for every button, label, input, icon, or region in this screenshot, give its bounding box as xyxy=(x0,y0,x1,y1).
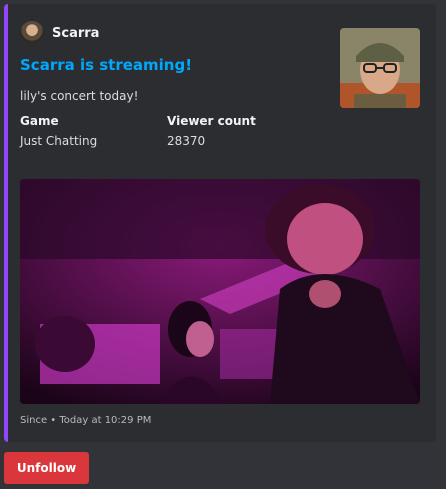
stream-preview-image[interactable] xyxy=(20,179,420,404)
stream-preview-art xyxy=(20,179,420,404)
embed-footer-timestamp: Since • Today at 10:29 PM xyxy=(20,415,152,426)
streamer-thumbnail-art xyxy=(340,28,420,108)
field-game-value: Just Chatting xyxy=(20,134,98,148)
streamer-thumbnail[interactable] xyxy=(340,28,420,108)
field-viewer-count: Viewer count 28370 xyxy=(167,114,256,148)
field-game-name: Game xyxy=(20,114,59,128)
author-avatar[interactable] xyxy=(20,21,44,45)
stream-embed: Scarra Scarra is streaming! lily's conce… xyxy=(4,4,436,442)
unfollow-button[interactable]: Unfollow xyxy=(4,452,89,484)
field-game: Game Just Chatting xyxy=(20,114,97,148)
field-viewer-count-value: 28370 xyxy=(167,134,206,148)
embed-author: Scarra xyxy=(20,21,99,45)
field-viewer-count-name: Viewer count xyxy=(167,114,256,128)
author-name[interactable]: Scarra xyxy=(52,26,99,41)
stream-title-link[interactable]: Scarra is streaming! xyxy=(20,56,192,74)
stream-description: lily's concert today! xyxy=(20,89,139,103)
